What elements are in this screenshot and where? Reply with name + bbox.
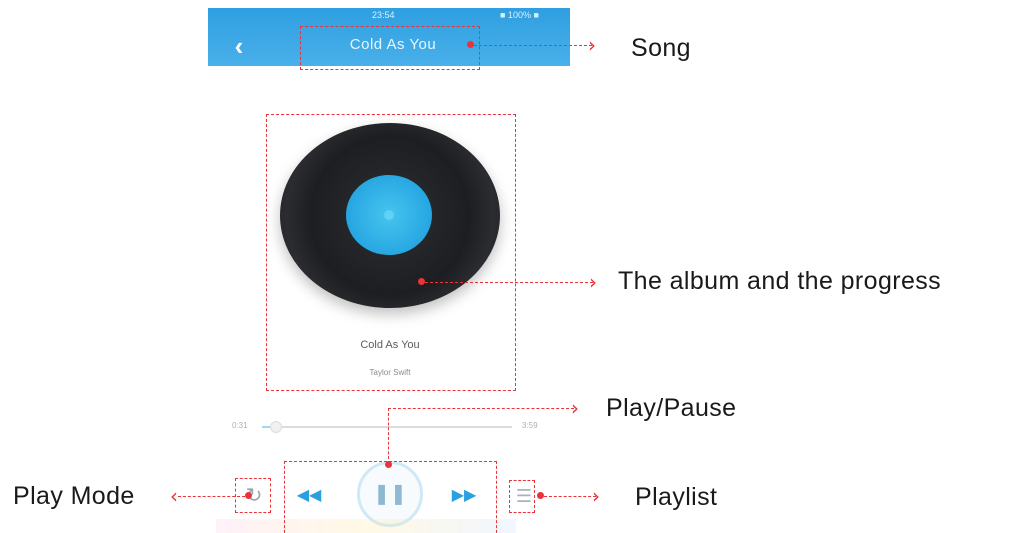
album-callout-box [266, 114, 516, 391]
playlist-callout-leader [544, 496, 596, 497]
play-mode-callout-label: Play Mode [13, 482, 135, 510]
play-mode-callout-dot [245, 492, 252, 499]
album-callout-label: The album and the progress [618, 267, 942, 295]
playlist-callout-box [509, 480, 535, 513]
play-pause-callout-vleader [388, 408, 389, 464]
chevron-left-icon: ‹ [234, 31, 244, 61]
album-callout-leader [425, 282, 593, 283]
time-elapsed: 0:31 [232, 421, 248, 430]
play-pause-callout-label: Play/Pause [606, 394, 737, 422]
back-button[interactable]: ‹ [228, 32, 250, 60]
song-callout-arrow-icon: › [588, 33, 596, 57]
song-callout-label: Song [631, 34, 691, 62]
controls-callout-box [284, 461, 497, 533]
playlist-callout-label: Playlist [635, 483, 718, 511]
status-battery: ■ 100% ■ [500, 10, 539, 20]
playlist-callout-arrow-icon: › [592, 484, 600, 508]
play-mode-callout-arrow-icon: ‹ [170, 484, 178, 508]
album-callout-dot [418, 278, 425, 285]
play-mode-callout-leader [178, 496, 245, 497]
progress-knob[interactable] [270, 421, 282, 433]
song-callout-box [300, 26, 480, 70]
song-callout-dot [467, 41, 474, 48]
time-total: 3:59 [522, 421, 538, 430]
play-pause-callout-arrow-icon: › [571, 396, 579, 420]
progress-bar[interactable] [262, 426, 512, 428]
play-pause-callout-dot [385, 461, 392, 468]
play-pause-callout-leader [388, 408, 574, 409]
status-time: 23:54 [372, 10, 395, 20]
song-callout-leader [474, 45, 592, 46]
album-callout-arrow-icon: › [589, 270, 597, 294]
status-bar: 23:54 ■ 100% ■ [208, 8, 570, 22]
playlist-callout-dot [537, 492, 544, 499]
